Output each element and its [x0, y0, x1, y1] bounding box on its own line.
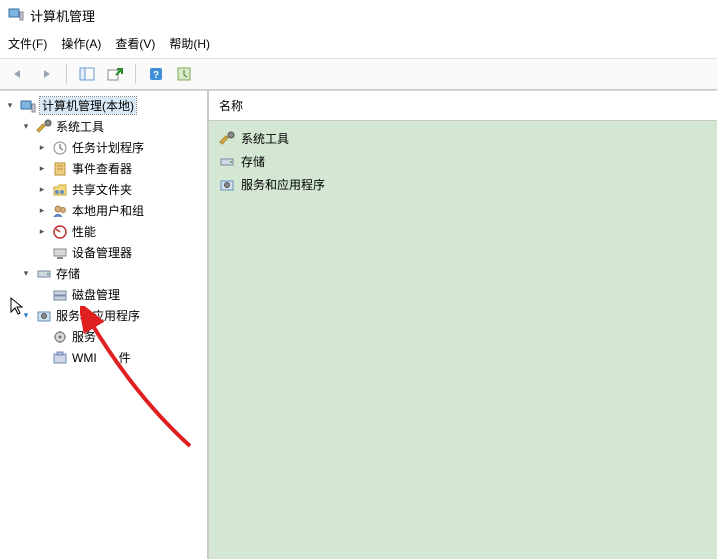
- services-apps-icon: [219, 177, 235, 193]
- props-button[interactable]: [172, 63, 196, 85]
- list-item-label: 服务和应用程序: [241, 176, 325, 193]
- obscured-text: 件: [119, 349, 131, 366]
- titlebar: 计算机管理: [0, 0, 717, 31]
- tools-icon: [219, 131, 235, 147]
- menu-help[interactable]: 帮助(H): [169, 35, 210, 52]
- tree-services-apps[interactable]: ▾ 服务和应用程序: [18, 305, 207, 326]
- local-users-groups-icon: [52, 203, 68, 219]
- chevron-right-icon[interactable]: ▸: [36, 184, 48, 196]
- device-manager-icon: [52, 245, 68, 261]
- tree-node-label[interactable]: 存储: [56, 265, 80, 282]
- menu-file[interactable]: 文件(F): [8, 35, 47, 52]
- no-expander: [36, 331, 48, 343]
- forward-button[interactable]: [34, 63, 58, 85]
- tree-node-label[interactable]: 事件查看器: [72, 160, 132, 177]
- tree-device-manager[interactable]: 设备管理器: [34, 242, 207, 263]
- tree-performance[interactable]: ▸ 性能: [34, 221, 207, 242]
- chevron-down-icon[interactable]: ▾: [4, 100, 16, 112]
- tree-pane[interactable]: ▾ 计算机管理(本地) ▾ 系统工具 ▸ 任务计划程序: [0, 91, 208, 559]
- tree-task-scheduler[interactable]: ▸ 任务计划程序: [34, 137, 207, 158]
- tree-node-label[interactable]: 性能: [72, 223, 96, 240]
- tree-node-label[interactable]: 磁盘管理: [72, 286, 120, 303]
- tree-node-label[interactable]: 服务和应用程序: [56, 307, 140, 324]
- no-expander: [36, 247, 48, 259]
- disk-management-icon: [52, 287, 68, 303]
- wmi-icon: [52, 350, 68, 366]
- task-scheduler-icon: [52, 140, 68, 156]
- content-list: 系统工具 存储 服务和应用程序: [209, 121, 717, 202]
- tree-root-label[interactable]: 计算机管理(本地): [40, 97, 136, 114]
- toolbar-separator: [66, 64, 67, 84]
- menu-action[interactable]: 操作(A): [61, 35, 101, 52]
- no-expander: [36, 289, 48, 301]
- tree-shared-folders[interactable]: ▸ 共享文件夹: [34, 179, 207, 200]
- list-item[interactable]: 服务和应用程序: [219, 173, 707, 196]
- storage-icon: [219, 154, 235, 170]
- storage-icon: [36, 266, 52, 282]
- services-icon: [52, 329, 68, 345]
- menu-view[interactable]: 查看(V): [115, 35, 155, 52]
- tree-node-label[interactable]: 任务计划程序: [72, 139, 144, 156]
- list-item-label: 系统工具: [241, 130, 289, 147]
- back-button[interactable]: [6, 63, 30, 85]
- tree-storage[interactable]: ▾ 存储: [18, 263, 207, 284]
- tree-node-label[interactable]: WMI: [72, 351, 97, 365]
- help-button[interactable]: ?: [144, 63, 168, 85]
- list-item[interactable]: 系统工具: [219, 127, 707, 150]
- tree-system-tools[interactable]: ▾ 系统工具: [18, 116, 207, 137]
- computer-management-icon: [8, 6, 24, 25]
- tree-node-label[interactable]: 服务: [72, 328, 96, 345]
- services-apps-icon: [36, 308, 52, 324]
- tree-node-label[interactable]: 系统工具: [56, 118, 104, 135]
- tree-event-viewer[interactable]: ▸ 事件查看器: [34, 158, 207, 179]
- content-pane[interactable]: 名称 系统工具 存储 服务和应用程序: [208, 91, 717, 559]
- chevron-down-icon[interactable]: ▾: [20, 121, 32, 133]
- chevron-right-icon[interactable]: ▸: [36, 226, 48, 238]
- no-expander: [36, 352, 48, 364]
- computer-icon: [20, 98, 36, 114]
- toolbar: ?: [0, 58, 717, 90]
- svg-text:?: ?: [153, 70, 159, 81]
- tree-services[interactable]: 服务: [34, 326, 207, 347]
- window-title: 计算机管理: [30, 6, 95, 25]
- showhide-button[interactable]: [75, 63, 99, 85]
- list-item-label: 存储: [241, 153, 265, 170]
- tree-node-label[interactable]: 设备管理器: [72, 244, 132, 261]
- event-viewer-icon: [52, 161, 68, 177]
- export-button[interactable]: [103, 63, 127, 85]
- menubar: 文件(F) 操作(A) 查看(V) 帮助(H): [0, 31, 717, 58]
- tree-node-label[interactable]: 本地用户和组: [72, 202, 144, 219]
- chevron-right-icon[interactable]: ▸: [36, 205, 48, 217]
- chevron-right-icon[interactable]: ▸: [36, 163, 48, 175]
- performance-icon: [52, 224, 68, 240]
- chevron-down-icon[interactable]: ▾: [20, 310, 32, 322]
- chevron-right-icon[interactable]: ▸: [36, 142, 48, 154]
- tools-icon: [36, 119, 52, 135]
- column-header-name[interactable]: 名称: [209, 91, 717, 121]
- tree-local-users-groups[interactable]: ▸ 本地用户和组: [34, 200, 207, 221]
- tree-disk-management[interactable]: 磁盘管理: [34, 284, 207, 305]
- chevron-down-icon[interactable]: ▾: [20, 268, 32, 280]
- tree-wmi[interactable]: WMI 件: [34, 347, 207, 368]
- toolbar-separator: [135, 64, 136, 84]
- tree-root[interactable]: ▾ 计算机管理(本地): [2, 95, 207, 116]
- list-item[interactable]: 存储: [219, 150, 707, 173]
- shared-folders-icon: [52, 182, 68, 198]
- tree-node-label[interactable]: 共享文件夹: [72, 181, 132, 198]
